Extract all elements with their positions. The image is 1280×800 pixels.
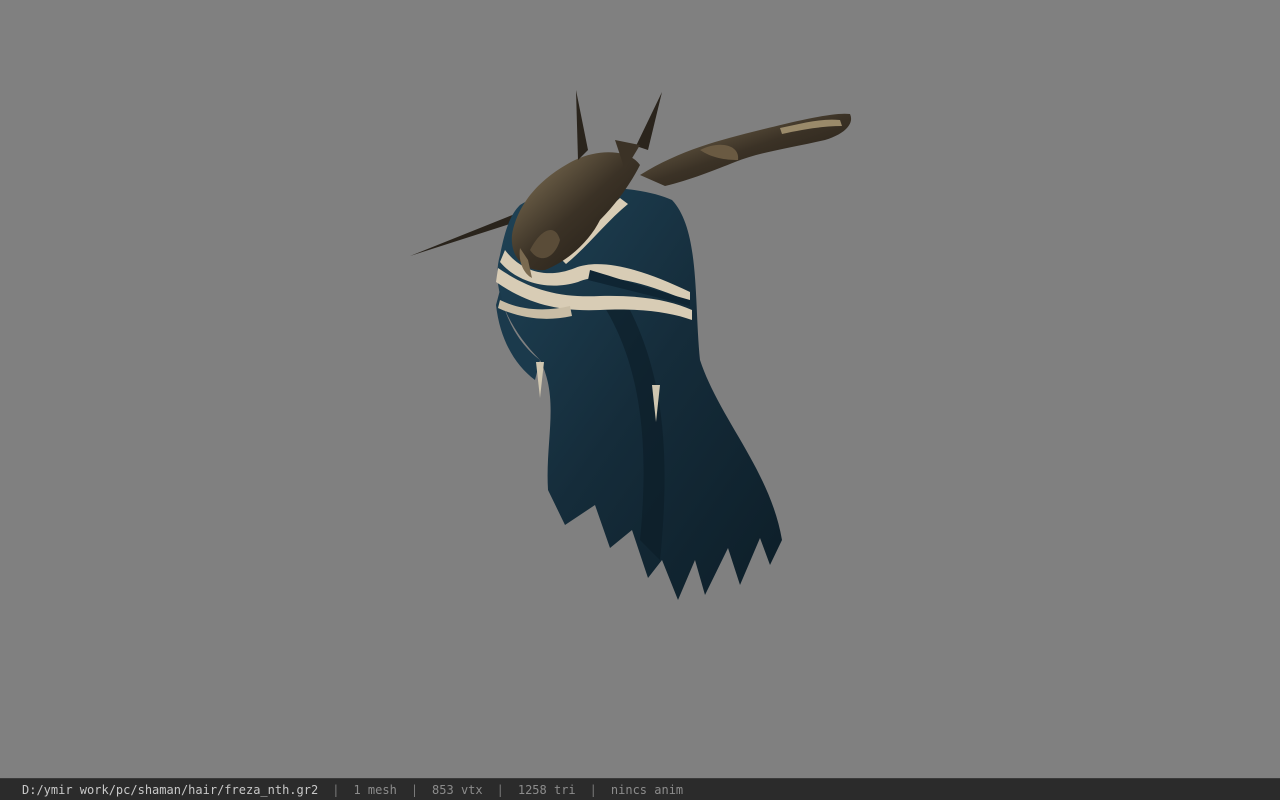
separator: |	[410, 782, 419, 797]
animation-status: nincs anim	[610, 782, 684, 797]
separator: |	[496, 782, 504, 797]
hair-model-render[interactable]	[0, 0, 1280, 778]
triangle-count: 1258 tri	[517, 782, 576, 797]
curled-horn-ornament	[640, 113, 852, 186]
file-path: D:/ymir work/pc/shaman/hair/freza_nth.gr…	[22, 782, 319, 797]
3d-viewport[interactable]	[0, 0, 1280, 778]
separator: |	[589, 782, 597, 797]
separator: |	[332, 782, 340, 797]
vertex-count: 853 vtx	[432, 782, 483, 797]
status-bar: D:/ymir work/pc/shaman/hair/freza_nth.gr…	[0, 778, 1280, 800]
mesh-count: 1 mesh	[353, 782, 397, 797]
